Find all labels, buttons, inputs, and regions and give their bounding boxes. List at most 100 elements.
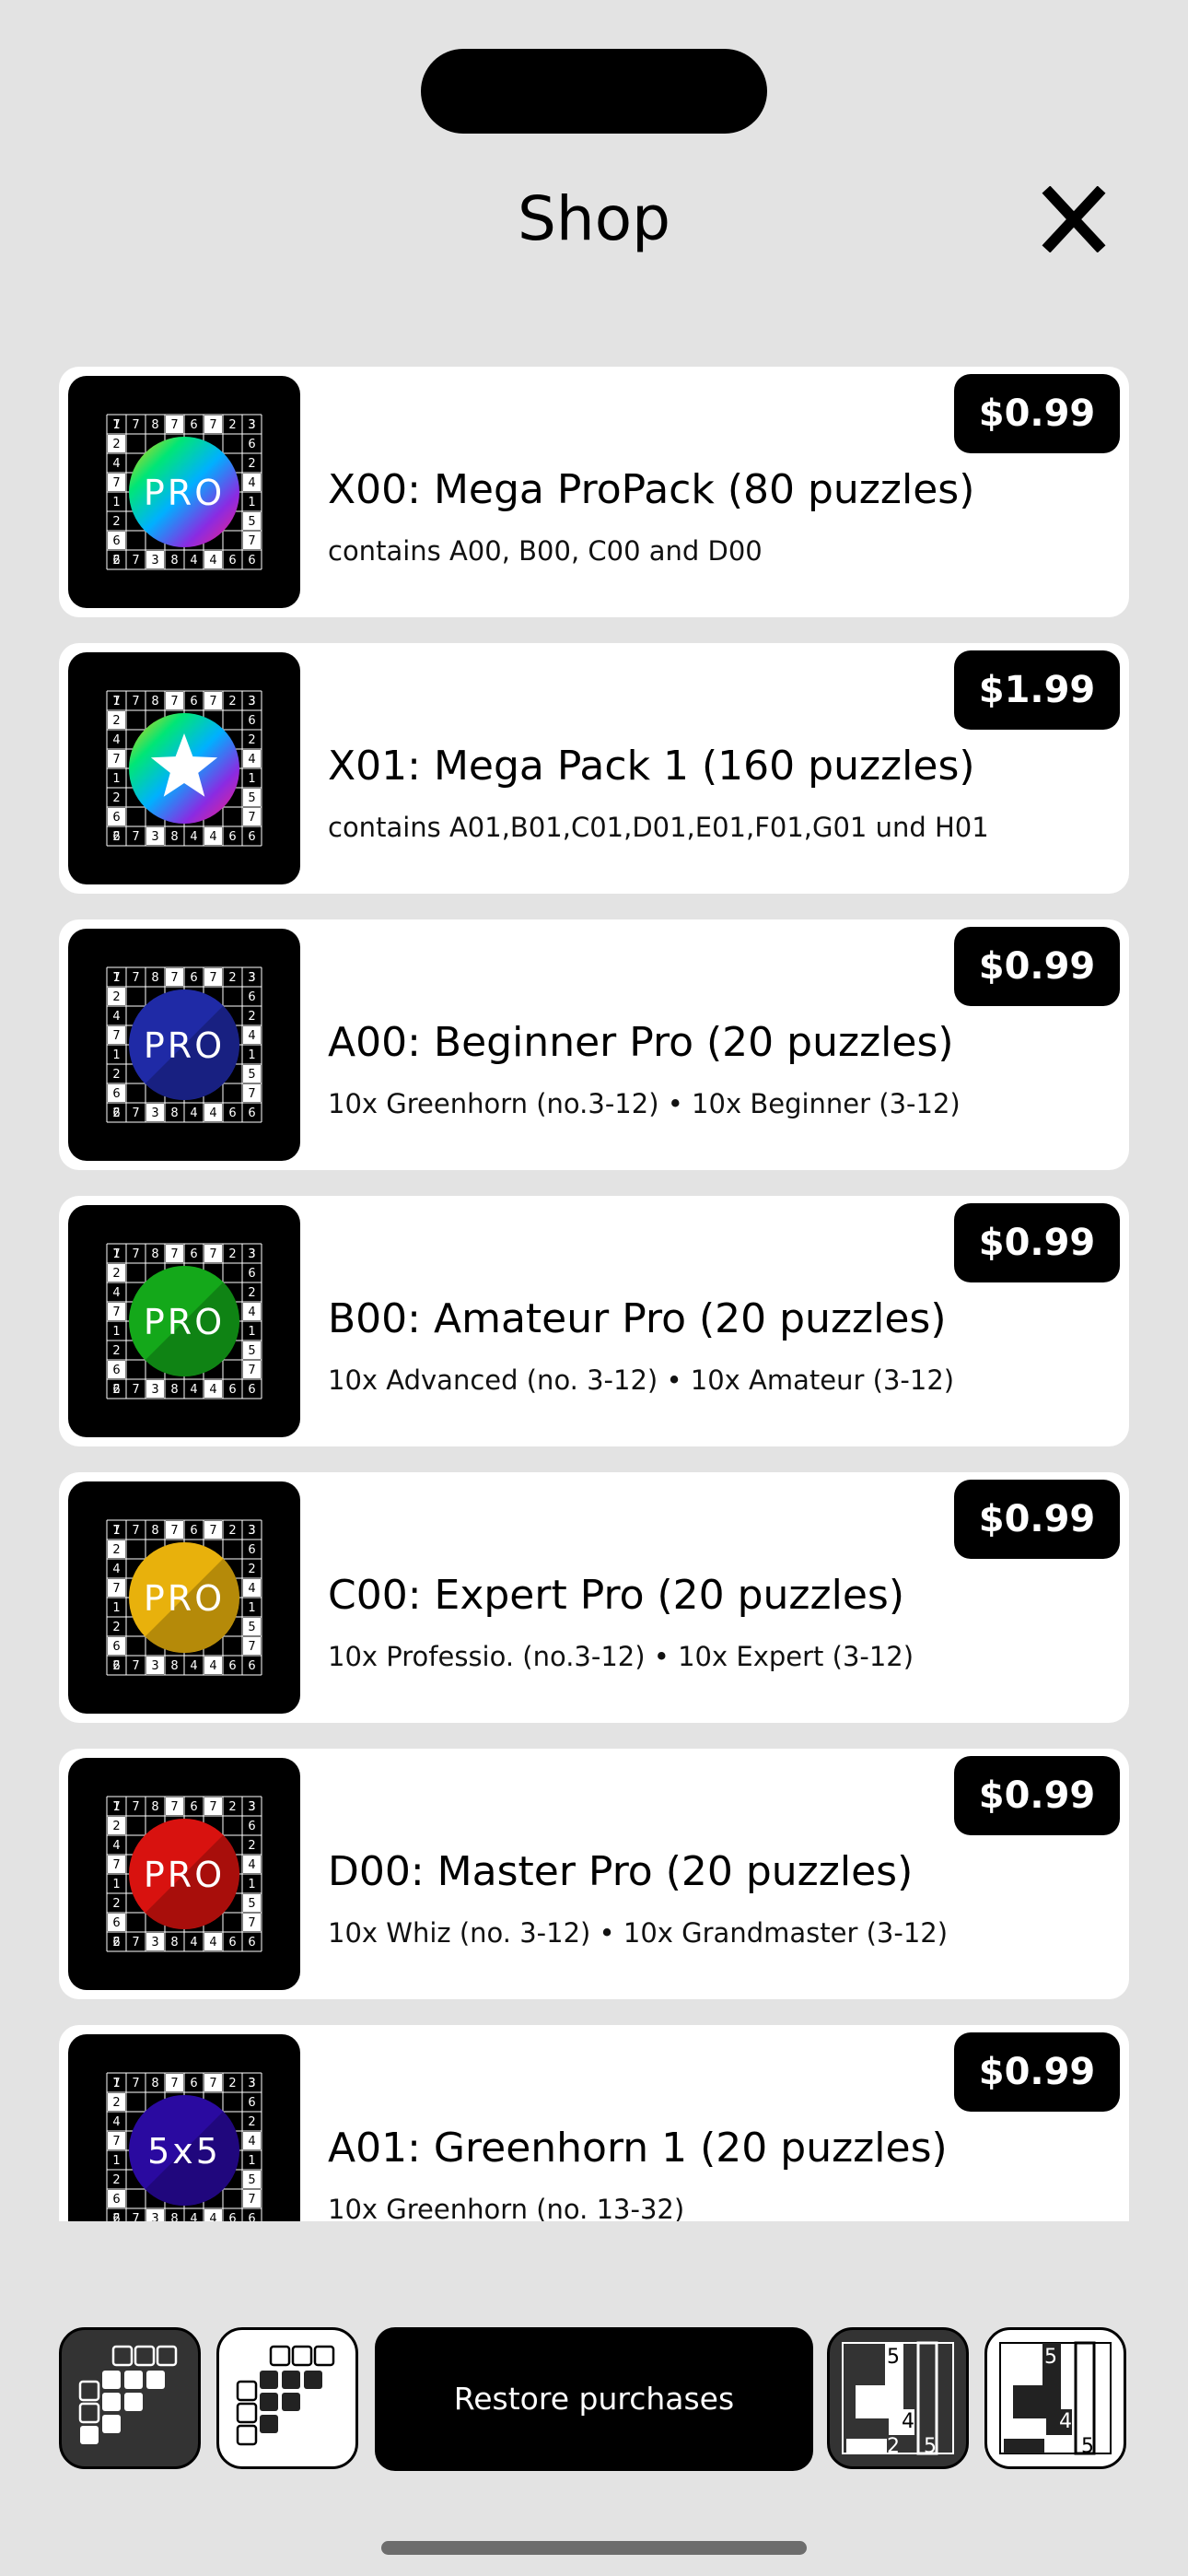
product-card[interactable]: 1 7 8 7 6 7 2 3 7 2 4 7 1 2 6 6 3 6 2 4 1 5 7 6 2 7 3 8 4 4 6 PRO $0.99… — [59, 1472, 1129, 1723]
svg-text:6: 6 — [228, 2212, 236, 2221]
skyscraper-grid-dark-icon — [78, 2345, 178, 2444]
product-subtitle: 10x Professio. (no.3-12) • 10x Expert (3… — [328, 1641, 914, 1672]
svg-text:6: 6 — [248, 1107, 255, 1120]
svg-text:6: 6 — [190, 1800, 197, 1814]
product-title: D00: Master Pro (20 puzzles) — [328, 1848, 914, 1895]
svg-text:2: 2 — [112, 1543, 120, 1557]
svg-text:7: 7 — [248, 2193, 255, 2207]
svg-text:5: 5 — [248, 1621, 255, 1634]
svg-text:5: 5 — [248, 2173, 255, 2187]
svg-text:7: 7 — [112, 695, 120, 708]
svg-text:3: 3 — [248, 1800, 255, 1814]
svg-text:6: 6 — [190, 1524, 197, 1538]
product-card[interactable]: 1787672372471266362415762738446 $1.99 X0… — [59, 643, 1129, 894]
svg-text:5: 5 — [248, 791, 255, 805]
skyscraper-dark-theme-button[interactable] — [59, 2327, 201, 2469]
svg-text:7: 7 — [132, 1247, 139, 1261]
product-card[interactable]: 1 7 8 7 6 7 2 3 7 2 4 7 1 2 6 6 3 6 2 4 1 5 7 6 2 7 3 8 4 4 6 PRO $0.99… — [59, 919, 1129, 1170]
product-subtitle: contains A00, B00, C00 and D00 — [328, 535, 763, 567]
svg-text:7: 7 — [209, 971, 216, 985]
svg-text:4: 4 — [112, 1010, 120, 1024]
product-badge-label: PRO — [144, 473, 225, 513]
price-button[interactable]: $0.99 — [954, 1480, 1120, 1559]
svg-text:1: 1 — [248, 496, 255, 509]
svg-text:2: 2 — [112, 1107, 120, 1120]
product-thumbnail: 1 7 8 7 6 7 2 3 7 2 4 7 1 2 6 6 3 6 2 4 1 5 7 6 2 7 3 8 4 4 6 PRO — [68, 1481, 300, 1714]
svg-text:7: 7 — [132, 2212, 139, 2221]
puzzle-thumbnail-icon: 1 7 8 7 6 7 2 372471266362415762 7 3 8 4 4 6PRO — [106, 414, 262, 570]
dynamic-island — [421, 49, 767, 134]
svg-text:7: 7 — [248, 1364, 255, 1377]
region-light-theme-button[interactable]: 5 4 2 5 — [984, 2327, 1126, 2469]
svg-text:7: 7 — [248, 811, 255, 825]
price-button[interactable]: $0.99 — [954, 1203, 1120, 1282]
svg-text:6: 6 — [112, 1916, 120, 1930]
skyscraper-light-theme-button[interactable] — [216, 2327, 358, 2469]
svg-text:7: 7 — [170, 1247, 178, 1261]
price-button[interactable]: $0.99 — [954, 927, 1120, 1006]
product-list[interactable]: 1 7 8 7 6 7 2 3 7 2 4 7 1 2 6 6 3 6 2 4 1 5 7 6 2 7 3 8 4 4 6 PRO $0.99… — [59, 367, 1129, 2221]
svg-text:8: 8 — [170, 1936, 178, 1950]
svg-text:7: 7 — [170, 418, 178, 432]
svg-text:1: 1 — [112, 1048, 120, 1062]
region-dark-theme-button[interactable]: 5 4 2 5 — [827, 2327, 969, 2469]
svg-text:4: 4 — [112, 733, 120, 747]
svg-text:7: 7 — [132, 1524, 139, 1538]
puzzle-thumbnail-icon: 1 7 8 7 6 7 2 372471266362415762 7 3 8 4 4 6PRO — [106, 966, 262, 1123]
puzzle-thumbnail-icon: 1 7 8 7 6 7 2 372471266362415762 7 3 8 4 4 6 — [106, 690, 262, 847]
svg-text:7: 7 — [132, 554, 139, 568]
product-card[interactable]: 1 7 8 7 6 7 2 3 7 2 4 7 1 2 6 6 3 6 2 4 1 5 7 6 2 7 3 8 4 4 6 PRO $0.99… — [59, 1749, 1129, 1999]
home-indicator — [381, 2541, 807, 2555]
svg-text:7: 7 — [132, 1659, 139, 1673]
svg-text:7: 7 — [132, 695, 139, 708]
svg-text:7: 7 — [112, 2077, 120, 2090]
svg-text:2: 2 — [112, 2212, 120, 2221]
svg-text:2: 2 — [112, 2096, 120, 2110]
svg-text:7: 7 — [132, 971, 139, 985]
svg-text:2: 2 — [228, 1524, 236, 1538]
svg-text:2: 2 — [112, 1897, 120, 1911]
svg-text:7: 7 — [209, 1524, 216, 1538]
svg-text:4: 4 — [209, 554, 216, 568]
svg-text:3: 3 — [151, 1383, 158, 1397]
puzzle-thumbnail-icon: 1 7 8 7 6 7 2 372471266362415762 7 3 8 4 4 6PRO — [106, 1243, 262, 1399]
close-button[interactable] — [1037, 185, 1111, 253]
svg-text:6: 6 — [112, 1087, 120, 1101]
product-subtitle: 10x Greenhorn (no.3-12) • 10x Beginner (… — [328, 1088, 961, 1119]
svg-text:1: 1 — [248, 1048, 255, 1062]
region-number: 2 — [887, 2435, 900, 2458]
svg-text:6: 6 — [228, 1383, 236, 1397]
price-button[interactable]: $0.99 — [954, 2032, 1120, 2112]
svg-text:6: 6 — [228, 1936, 236, 1950]
restore-purchases-button[interactable]: Restore purchases — [375, 2327, 813, 2471]
svg-text:7: 7 — [112, 476, 120, 490]
price-button[interactable]: $0.99 — [954, 374, 1120, 453]
price-button[interactable]: $0.99 — [954, 1756, 1120, 1835]
svg-text:7: 7 — [248, 1916, 255, 1930]
svg-text:7: 7 — [112, 2135, 120, 2149]
price-button[interactable]: $1.99 — [954, 650, 1120, 730]
svg-text:2: 2 — [112, 791, 120, 805]
svg-text:6: 6 — [228, 554, 236, 568]
svg-text:2: 2 — [248, 1839, 255, 1853]
svg-text:4: 4 — [112, 1839, 120, 1853]
product-card[interactable]: 1 7 8 7 6 7 2 3 7 2 4 7 1 2 6 6 3 6 2 4 1 5 7 6 2 7 3 8 4 4 6 PRO $0.99… — [59, 1196, 1129, 1446]
svg-text:3: 3 — [151, 2212, 158, 2221]
svg-text:4: 4 — [248, 1306, 255, 1319]
svg-text:7: 7 — [112, 1582, 120, 1596]
svg-text:8: 8 — [151, 1524, 158, 1538]
svg-text:2: 2 — [248, 733, 255, 747]
page-title: Shop — [518, 183, 670, 254]
product-card[interactable]: 1 7 8 7 6 7 2 3 7 2 4 7 1 2 6 6 3 6 2 4 1 5 7 6 2 7 3 8 4 4 6 PRO $0.99… — [59, 367, 1129, 617]
svg-text:1: 1 — [248, 772, 255, 786]
svg-text:6: 6 — [228, 1659, 236, 1673]
svg-text:7: 7 — [132, 1383, 139, 1397]
skyscraper-grid-light-icon — [236, 2345, 335, 2446]
svg-text:3: 3 — [248, 1247, 255, 1261]
svg-text:2: 2 — [228, 695, 236, 708]
svg-text:1: 1 — [248, 1325, 255, 1339]
product-card[interactable]: 1 7 8 7 6 7 2 3 7 2 4 7 1 2 6 6 3 6 2 4 1 5 7 6 2 7 3 8 4 4 6 5x5 $0.99… — [59, 2025, 1129, 2221]
svg-text:5: 5 — [248, 1897, 255, 1911]
svg-text:4: 4 — [190, 2212, 197, 2221]
svg-text:6: 6 — [228, 1107, 236, 1120]
